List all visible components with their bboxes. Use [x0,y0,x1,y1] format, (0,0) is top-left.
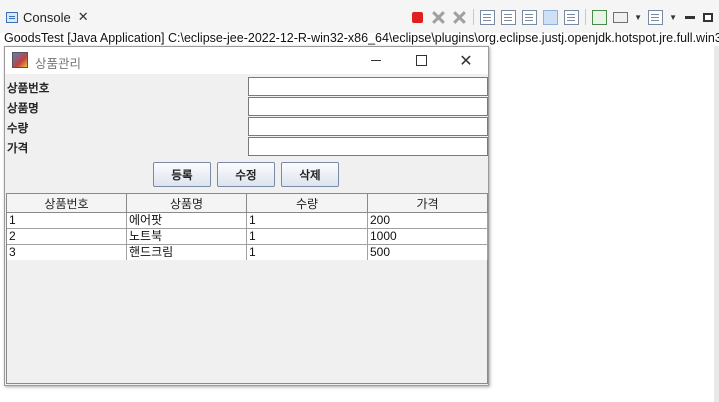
input-price[interactable] [248,137,488,156]
column-header[interactable]: 상품명 [127,194,247,213]
clear-console-icon[interactable] [480,9,496,25]
input-quantity[interactable] [248,117,488,136]
display-console-dropdown-icon[interactable]: ▼ [634,13,642,22]
console-scrollbar[interactable] [714,46,719,402]
table-cell[interactable]: 1 [247,213,368,229]
console-toolbar: ▼ ▼ [410,8,713,26]
table-row[interactable]: 2 노트북 1 1000 [7,229,488,245]
delete-button[interactable]: 삭제 [281,162,339,187]
console-icon [6,11,18,23]
open-console-dropdown-icon[interactable]: ▼ [669,13,677,22]
column-header[interactable]: 상품번호 [7,194,127,213]
window-title: 상품관리 [35,57,82,71]
table-cell[interactable]: 2 [7,229,127,245]
table-empty-area[interactable] [6,260,488,384]
register-button[interactable]: 등록 [153,162,211,187]
console-view-header: Console ✕ ▼ ▼ [0,0,719,33]
table-row[interactable]: 3 핸드크림 1 500 [7,245,488,261]
goods-table: 상품번호 상품명 수량 가격 1 에어팟 1 200 2 노트북 1 1000 … [6,193,488,261]
table-row[interactable]: 1 에어팟 1 200 [7,213,488,229]
console-tab-label: Console [23,9,71,25]
label-product-no: 상품번호 [7,83,50,95]
console-process-label: GoodsTest [Java Application] C:\eclipse-… [4,31,719,45]
terminate-icon[interactable] [412,11,424,23]
table-cell[interactable]: 노트북 [127,229,247,245]
toolbar-separator [585,9,587,25]
remove-all-terminated-icon[interactable] [452,10,467,25]
column-header[interactable]: 수량 [247,194,368,213]
table-cell[interactable]: 1 [247,229,368,245]
console-tab[interactable]: Console ✕ [6,6,89,28]
minimize-icon [371,60,381,61]
input-product-name[interactable] [248,97,488,116]
label-quantity: 수량 [7,123,29,135]
table-cell[interactable]: 500 [368,245,488,261]
window-close-button[interactable]: ✕ [443,47,489,74]
display-console-icon[interactable] [613,11,629,23]
table-cell[interactable]: 에어팟 [127,213,247,229]
label-product-name: 상품명 [7,103,39,115]
maximize-icon [415,55,427,66]
table-cell[interactable]: 3 [7,245,127,261]
word-wrap-icon[interactable] [522,9,538,25]
label-price: 가격 [7,143,29,155]
table-cell[interactable]: 200 [368,213,488,229]
minimize-view-icon[interactable] [685,15,695,19]
remove-launch-icon[interactable] [431,10,446,25]
input-product-no[interactable] [248,77,488,96]
pin-console-icon[interactable] [592,9,608,25]
show-on-error-icon[interactable] [564,9,580,25]
table-cell[interactable]: 1 [247,245,368,261]
show-on-output-icon[interactable] [543,9,559,25]
goods-manager-window: 상품관리 ✕ 상품번호 상품명 수량 가격 등록 수정 삭제 상품번호 상품명 … [4,46,489,386]
open-console-icon[interactable] [648,9,664,25]
toolbar-separator [473,9,475,25]
table-cell[interactable]: 핸드크림 [127,245,247,261]
column-header[interactable]: 가격 [368,194,488,213]
edit-button[interactable]: 수정 [217,162,275,187]
java-app-icon [12,52,28,68]
maximize-view-icon[interactable] [703,12,713,22]
window-titlebar[interactable]: 상품관리 ✕ [5,47,488,74]
scroll-lock-icon[interactable] [501,9,517,25]
window-maximize-button[interactable] [398,47,444,74]
table-cell[interactable]: 1000 [368,229,488,245]
close-tab-icon[interactable]: ✕ [78,9,89,25]
window-minimize-button[interactable] [353,47,399,74]
table-cell[interactable]: 1 [7,213,127,229]
table-header: 상품번호 상품명 수량 가격 [7,194,488,213]
